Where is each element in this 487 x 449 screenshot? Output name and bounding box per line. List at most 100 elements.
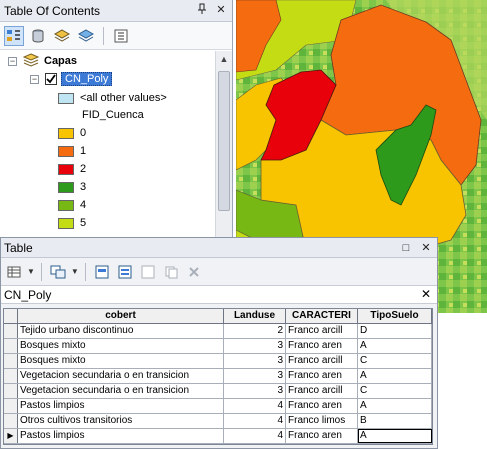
select-by-attributes-icon[interactable] [92, 262, 112, 282]
cell-tiposuelo[interactable]: A [358, 399, 432, 413]
delete-selected-icon [184, 262, 204, 282]
row-selector[interactable] [4, 369, 18, 383]
cell-cobert[interactable]: Bosques mixto [18, 354, 224, 368]
row-selector[interactable] [4, 354, 18, 368]
legend-label: 3 [80, 181, 87, 193]
cell-cobert[interactable]: Tejido urbano discontinuo [18, 324, 224, 338]
cell-caracteri[interactable]: Franco arcill [286, 354, 358, 368]
close-icon[interactable]: ✕ [419, 241, 433, 255]
scrollbar-thumb[interactable] [218, 71, 230, 211]
layer-visibility-checkbox[interactable] [45, 73, 57, 85]
cell-landuse[interactable]: 3 [224, 354, 286, 368]
legend-item-class-2: 2 [58, 160, 86, 178]
cell-caracteri[interactable]: Franco arcill [286, 324, 358, 338]
cell-cobert[interactable]: Otros cultivos transitorios [18, 414, 224, 428]
row-selector[interactable] [4, 384, 18, 398]
toc-vertical-scrollbar[interactable]: ▲ [215, 51, 232, 240]
list-by-drawing-order-icon[interactable] [4, 25, 24, 46]
legend-swatch [58, 163, 74, 175]
legend-item-class-0: 0 [58, 124, 86, 142]
cell-tiposuelo[interactable]: C [358, 384, 432, 398]
row-selector-header[interactable] [4, 309, 18, 323]
legend-swatch [58, 217, 74, 229]
legend-label: 2 [80, 163, 87, 175]
table-row[interactable]: Vegetacion secundaria o en transicion 3 … [4, 384, 432, 399]
cell-caracteri[interactable]: Franco aren [286, 429, 358, 443]
toolbar-separator [40, 262, 42, 281]
clear-selection-icon [138, 262, 158, 282]
row-selector[interactable] [4, 399, 18, 413]
copy-selected-icon [161, 262, 181, 282]
table-row[interactable]: Vegetacion secundaria o en transicion 3 … [4, 369, 432, 384]
layers-group-icon [22, 52, 40, 70]
cell-tiposuelo[interactable]: A [358, 429, 432, 443]
list-by-visibility-icon[interactable] [52, 26, 72, 46]
current-row-marker-icon[interactable]: ▶ [4, 429, 18, 443]
table-toolbar: ▼ ▼ [1, 258, 437, 286]
cell-tiposuelo[interactable]: A [358, 339, 432, 353]
restore-icon[interactable]: □ [399, 241, 413, 255]
toc-title: Table Of Contents [4, 3, 101, 18]
scroll-up-icon[interactable]: ▲ [216, 51, 232, 68]
cell-cobert[interactable]: Bosques mixto [18, 339, 224, 353]
cell-cobert[interactable]: Pastos limpios [18, 429, 224, 443]
table-title-bar[interactable]: Table □ ✕ [1, 238, 437, 258]
cell-caracteri[interactable]: Franco arcill [286, 384, 358, 398]
cell-landuse[interactable]: 3 [224, 384, 286, 398]
close-icon[interactable]: ✕ [421, 287, 431, 301]
cell-landuse[interactable]: 4 [224, 414, 286, 428]
tree-group-capas[interactable]: − Capas [8, 52, 77, 70]
cell-tiposuelo[interactable]: D [358, 324, 432, 338]
table-row[interactable]: Pastos limpios 4 Franco aren A [4, 399, 432, 414]
switch-selection-icon[interactable] [115, 262, 135, 282]
cell-landuse[interactable]: 4 [224, 429, 286, 443]
table-layer-tab[interactable]: CN_Poly ✕ [1, 286, 437, 304]
row-selector[interactable] [4, 324, 18, 338]
cell-cobert[interactable]: Pastos limpios [18, 399, 224, 413]
column-header-cobert[interactable]: cobert [18, 309, 224, 323]
layer-label[interactable]: CN_Poly [61, 72, 113, 86]
field-label: FID_Cuenca [82, 109, 144, 121]
collapse-icon[interactable]: − [8, 56, 17, 66]
collapse-icon[interactable]: − [30, 74, 39, 84]
legend-label: <all other values> [80, 92, 167, 104]
tree-layer-cn-poly[interactable]: − CN_Poly [30, 70, 113, 88]
list-by-source-icon[interactable] [28, 26, 48, 46]
legend-item-class-1: 1 [58, 142, 86, 160]
toc-toolbar [0, 22, 232, 50]
table-row[interactable]: ▶ Pastos limpios 4 Franco aren A [4, 429, 432, 444]
table-options-icon[interactable] [4, 262, 24, 282]
cell-caracteri[interactable]: Franco aren [286, 399, 358, 413]
column-header-landuse[interactable]: Landuse [224, 309, 286, 323]
cell-caracteri[interactable]: Franco limos [286, 414, 358, 428]
column-header-caracteri[interactable]: CARACTERI [286, 309, 358, 323]
row-selector[interactable] [4, 414, 18, 428]
cell-cobert[interactable]: Vegetacion secundaria o en transicion [18, 369, 224, 383]
table-row[interactable]: Bosques mixto 3 Franco arcill C [4, 354, 432, 369]
cell-tiposuelo[interactable]: B [358, 414, 432, 428]
cell-tiposuelo[interactable]: A [358, 369, 432, 383]
chevron-down-icon[interactable]: ▼ [27, 267, 35, 276]
table-row[interactable]: Otros cultivos transitorios 4 Franco lim… [4, 414, 432, 429]
close-icon[interactable]: ✕ [214, 3, 228, 17]
options-icon[interactable] [111, 26, 131, 46]
related-tables-icon[interactable] [48, 262, 68, 282]
group-label: Capas [44, 55, 78, 67]
cell-landuse[interactable]: 2 [224, 324, 286, 338]
cell-tiposuelo[interactable]: C [358, 354, 432, 368]
pin-icon[interactable] [195, 3, 209, 17]
legend-swatch [58, 145, 74, 157]
cell-landuse[interactable]: 3 [224, 339, 286, 353]
cell-caracteri[interactable]: Franco aren [286, 339, 358, 353]
cell-cobert[interactable]: Vegetacion secundaria o en transicion [18, 384, 224, 398]
list-by-selection-icon[interactable] [76, 26, 96, 46]
column-header-tiposuelo[interactable]: TipoSuelo [358, 309, 432, 323]
cell-landuse[interactable]: 3 [224, 369, 286, 383]
cell-caracteri[interactable]: Franco aren [286, 369, 358, 383]
table-row[interactable]: Tejido urbano discontinuo 2 Franco arcil… [4, 324, 432, 339]
row-selector[interactable] [4, 339, 18, 353]
chevron-down-icon[interactable]: ▼ [71, 267, 79, 276]
cell-landuse[interactable]: 4 [224, 399, 286, 413]
legend-swatch [58, 92, 74, 104]
table-row[interactable]: Bosques mixto 3 Franco aren A [4, 339, 432, 354]
